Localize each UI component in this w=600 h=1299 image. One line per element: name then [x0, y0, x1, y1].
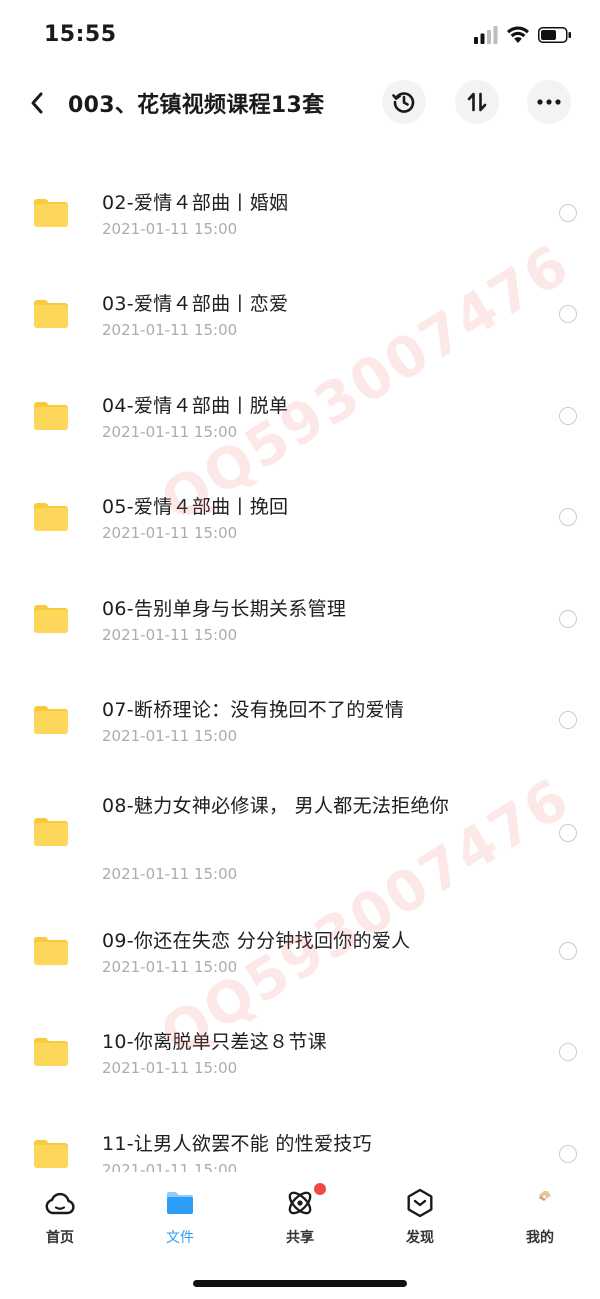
select-checkbox[interactable] — [559, 305, 577, 323]
status-time: 15:55 — [44, 22, 117, 47]
file-list-item[interactable]: 05-爱情４部曲丨挽回 2021-01-11 15:00 — [0, 466, 600, 566]
file-date: 2021-01-11 15:00 — [102, 626, 238, 644]
home-indicator — [193, 1280, 407, 1287]
tab-label: 文件 — [166, 1230, 194, 1246]
file-date: 2021-01-11 15:00 — [102, 220, 238, 238]
file-name: 05-爱情４部曲丨挽回 — [102, 496, 289, 518]
file-list: 02-爱情４部曲丨婚姻 2021-01-11 15:00 03-爱情４部曲丨恋爱 20… — [0, 150, 600, 1172]
tab-label: 共享 — [286, 1230, 314, 1246]
select-checkbox[interactable] — [559, 204, 577, 222]
profile-avatar-icon — [539, 1191, 551, 1201]
folder-icon — [34, 818, 68, 846]
status-bar: 15:55 — [0, 0, 600, 70]
notification-badge — [314, 1183, 326, 1195]
sort-button[interactable] — [455, 80, 499, 124]
tab-label: 发现 — [406, 1230, 434, 1246]
more-button[interactable] — [527, 80, 571, 124]
back-button[interactable] — [22, 86, 52, 120]
file-list-item[interactable]: 07-断桥理论：没有挽回不了的爱情 2021-01-11 15:00 — [0, 669, 600, 769]
more-dots-icon — [537, 99, 561, 105]
header: 003、花镇视频课程13套 — [0, 72, 600, 136]
file-name: 03-爱情４部曲丨恋爱 — [102, 293, 289, 315]
file-date: 2021-01-11 15:00 — [102, 958, 238, 976]
tab-profile[interactable]: 我的 — [480, 1187, 600, 1251]
file-list-item[interactable]: 11-让男人欲罢不能 的性爱技巧 2021-01-11 15:00 — [0, 1103, 600, 1172]
folder-icon — [34, 937, 68, 965]
select-checkbox[interactable] — [559, 942, 577, 960]
file-list-item[interactable]: 06-告别单身与长期关系管理 2021-01-11 15:00 — [0, 568, 600, 668]
tab-files[interactable]: 文件 — [120, 1187, 240, 1251]
battery-icon — [538, 27, 571, 43]
chevron-left-icon — [31, 92, 43, 114]
select-checkbox[interactable] — [559, 1145, 577, 1163]
folder-icon — [167, 1192, 193, 1214]
folder-icon — [34, 300, 68, 328]
file-list-item[interactable]: 08-魅力女神必修课， 男人都无法拒绝你 2021-01-11 15:00 — [0, 771, 600, 883]
select-checkbox[interactable] — [559, 711, 577, 729]
tab-discover[interactable]: 发现 — [360, 1187, 480, 1251]
file-date: 2021-01-11 15:00 — [102, 423, 238, 441]
file-date: 2021-01-11 15:00 — [102, 1059, 238, 1077]
page-title: 003、花镇视频课程13套 — [68, 93, 325, 118]
cellular-signal-icon — [474, 26, 498, 44]
folder-icon — [34, 605, 68, 633]
tab-label: 首页 — [46, 1230, 74, 1246]
discover-icon — [407, 1188, 433, 1218]
share-orbit-icon — [288, 1191, 312, 1215]
wifi-icon — [507, 26, 529, 43]
file-list-item[interactable]: 02-爱情４部曲丨婚姻 2021-01-11 15:00 — [0, 162, 600, 262]
select-checkbox[interactable] — [559, 610, 577, 628]
file-date: 2021-01-11 15:00 — [102, 321, 238, 339]
select-checkbox[interactable] — [559, 407, 577, 425]
file-date: 2021-01-11 15:00 — [102, 1161, 238, 1172]
tab-label: 我的 — [526, 1230, 554, 1246]
select-checkbox[interactable] — [559, 508, 577, 526]
history-icon — [392, 92, 415, 113]
folder-icon — [34, 1038, 68, 1066]
select-checkbox[interactable] — [559, 824, 577, 842]
file-name: 08-魅力女神必修课， 男人都无法拒绝你 — [102, 795, 450, 817]
folder-icon — [34, 706, 68, 734]
file-date: 2021-01-11 15:00 — [102, 727, 238, 745]
file-name: 09-你还在失恋 分分钟找回你的爱人 — [102, 930, 411, 952]
cloud-home-icon — [45, 1192, 75, 1215]
history-button[interactable] — [382, 80, 426, 124]
file-list-item[interactable]: 04-爱情４部曲丨脱单 2021-01-11 15:00 — [0, 365, 600, 465]
file-date: 2021-01-11 15:00 — [102, 865, 238, 883]
file-name: 07-断桥理论：没有挽回不了的爱情 — [102, 699, 405, 721]
tab-share[interactable]: 共享 — [240, 1183, 360, 1251]
select-checkbox[interactable] — [559, 1043, 577, 1061]
file-name: 11-让男人欲罢不能 的性爱技巧 — [102, 1133, 372, 1155]
file-name: 10-你离脱单只差这８节课 — [102, 1031, 327, 1053]
file-name: 04-爱情４部曲丨脱单 — [102, 395, 289, 417]
folder-icon — [34, 402, 68, 430]
bottom-tab-bar: 首页 文件 共享 发现 我的 — [0, 1175, 600, 1255]
file-list-item[interactable]: 09-你还在失恋 分分钟找回你的爱人 2021-01-11 15:00 — [0, 900, 600, 1000]
folder-icon — [34, 503, 68, 531]
folder-icon — [34, 199, 68, 227]
file-name: 06-告别单身与长期关系管理 — [102, 598, 347, 620]
tab-home[interactable]: 首页 — [0, 1187, 120, 1251]
file-list-item[interactable]: 10-你离脱单只差这８节课 2021-01-11 15:00 — [0, 1001, 600, 1101]
sort-arrows-icon — [467, 92, 487, 112]
folder-icon — [34, 1140, 68, 1168]
file-name: 02-爱情４部曲丨婚姻 — [102, 192, 289, 214]
file-list-item[interactable]: 03-爱情４部曲丨恋爱 2021-01-11 15:00 — [0, 263, 600, 363]
file-date: 2021-01-11 15:00 — [102, 524, 238, 542]
